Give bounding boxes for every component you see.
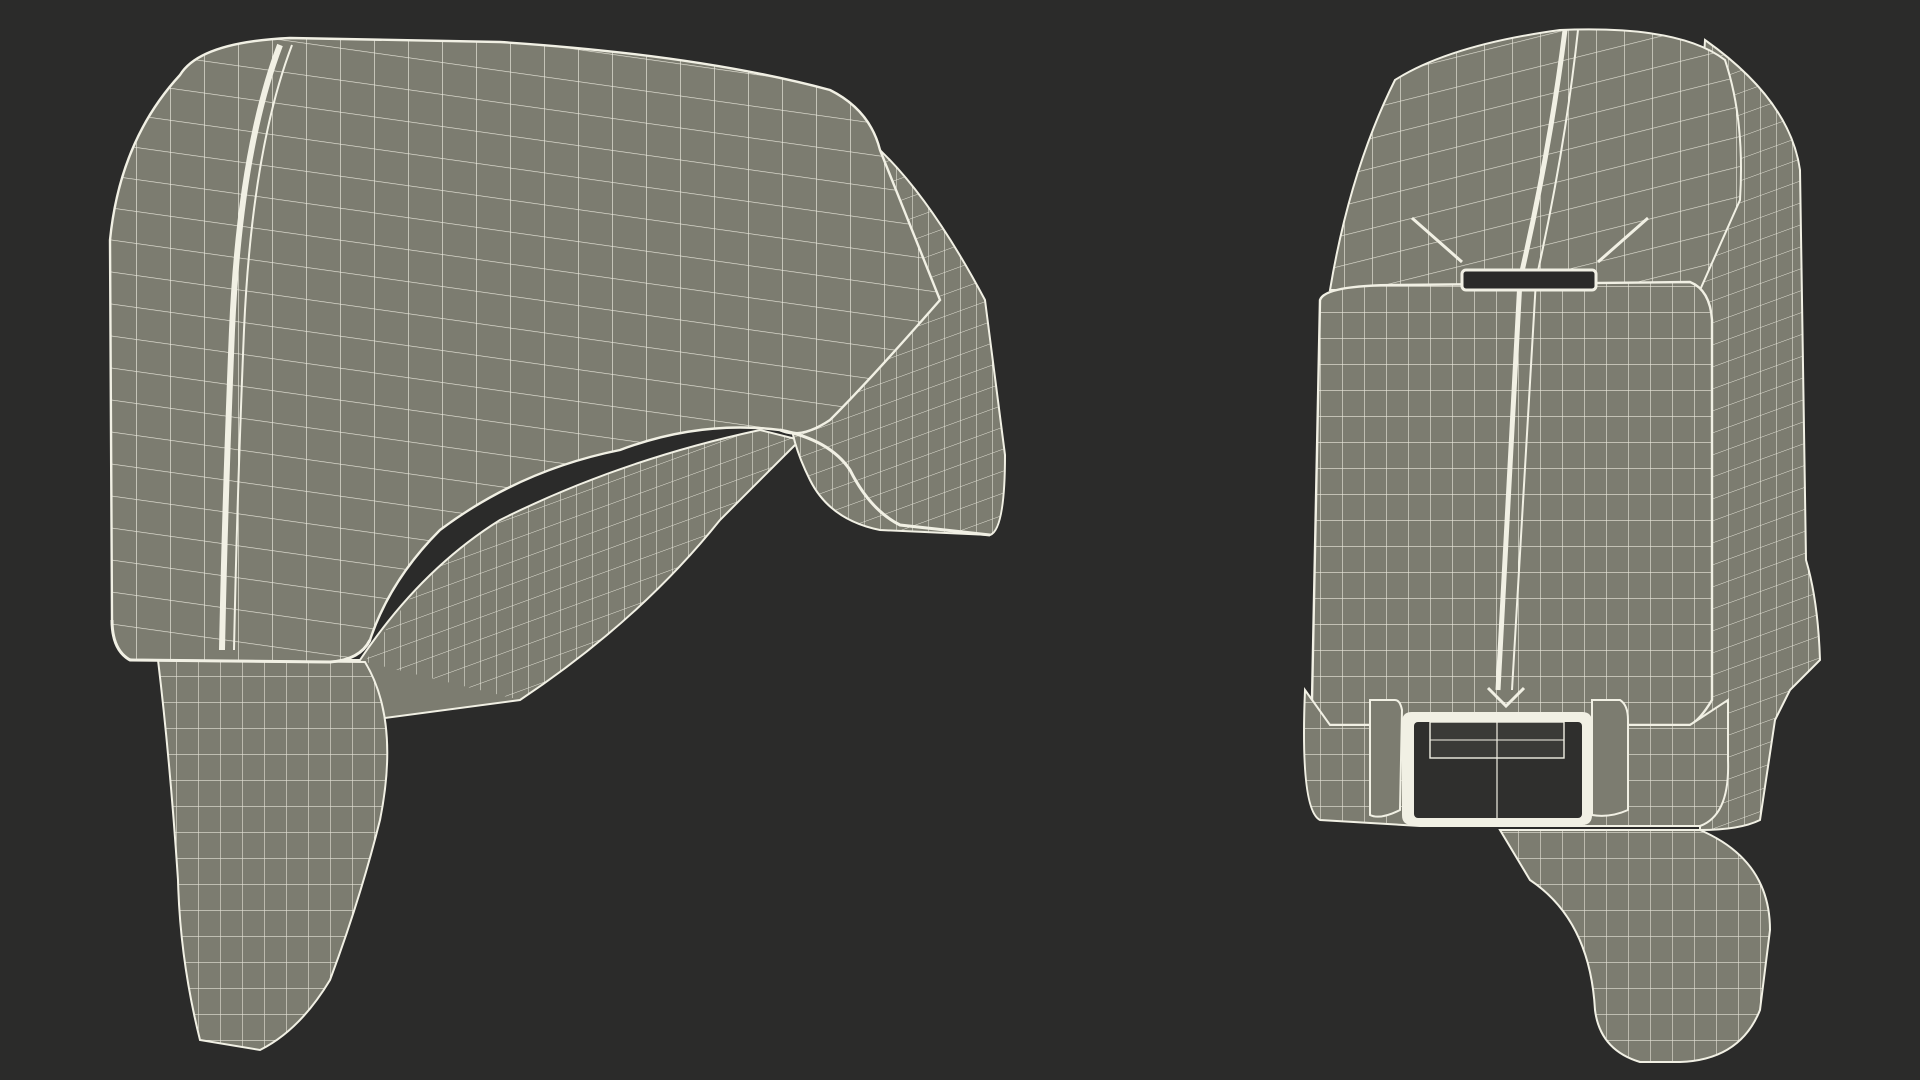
- device-front-view: [1303, 28, 1822, 1063]
- render-viewport: [0, 0, 1920, 1080]
- device-side-view: [108, 36, 1007, 1052]
- scene-canvas: [108, 28, 1822, 1063]
- top-slot: [1460, 268, 1598, 292]
